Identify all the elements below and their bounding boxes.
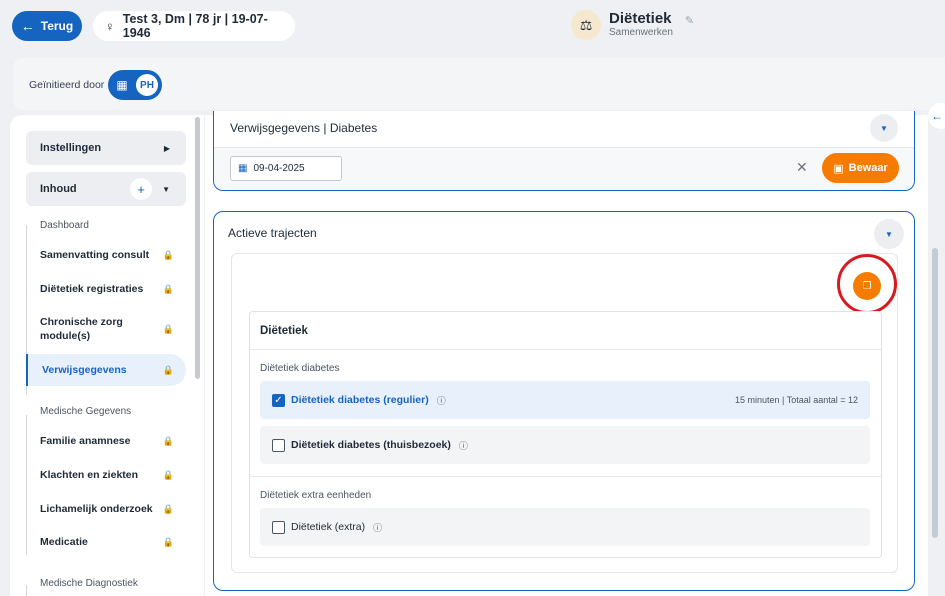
group-diagnostics: Medische Diagnostiek [40, 578, 138, 589]
lock-icon: 🔒 [162, 504, 174, 514]
referral-date-input[interactable]: ▦ 09-04-2025 [230, 156, 342, 181]
settings-label: Instellingen [40, 142, 102, 154]
checkbox-unchecked[interactable] [272, 438, 285, 452]
module-title-group: Diëtetiek Samenwerken [609, 11, 673, 39]
option-diabetes-regulier[interactable]: ✓ Diëtetiek diabetes (regulier) ⓘ 15 min… [260, 381, 870, 419]
arrow-left-icon: ← [20, 18, 35, 34]
content-section[interactable]: Inhoud + ▼ [26, 172, 186, 206]
sidebar-item-label: Klachten en ziekten [40, 469, 139, 481]
panel-title: Diëtetiek [260, 325, 308, 337]
section-label-extra: Diëtetiek extra eenheden [260, 490, 372, 501]
top-bar: ← Terug ♀ Test 3, Dm | 78 jr | 19-07-194… [0, 0, 945, 54]
group-dashboard: Dashboard [40, 220, 89, 231]
info-icon[interactable]: ⓘ [373, 521, 382, 534]
sidebar-item-medicatie[interactable]: Medicatie 🔒 [26, 532, 186, 552]
lock-icon: 🔒 [162, 324, 174, 334]
save-icon: ▣ [833, 162, 844, 175]
collapse-panel-button[interactable]: ← [928, 103, 945, 129]
referral-date-value: 09-04-2025 [253, 163, 305, 174]
sidebar-item-label: Familie anamnese [40, 435, 131, 447]
checkbox-checked[interactable]: ✓ [272, 393, 285, 407]
divider [250, 349, 881, 350]
patient-info: Test 3, Dm | 78 jr | 19-07-1946 [122, 12, 268, 40]
collapse-referral-button[interactable]: ▼ [870, 114, 898, 142]
sidebar-item-label: Verwijsgegevens [42, 364, 127, 376]
module-header: ⚖ Diëtetiek Samenwerken ✎ [571, 10, 694, 40]
calendar-icon: ▦ [238, 163, 248, 174]
referral-footer: ▦ 09-04-2025 ✕ ▣ Bewaar [214, 148, 914, 190]
sidebar-item-lichamelijk[interactable]: Lichamelijk onderzoek 🔒 [26, 499, 186, 519]
patient-info-pill[interactable]: ♀ Test 3, Dm | 78 jr | 19-07-1946 [93, 11, 295, 41]
section-label-diabetes: Diëtetiek diabetes [260, 363, 340, 374]
initiated-by-toggle[interactable]: ▦ PH [108, 70, 162, 100]
option-label: Diëtetiek diabetes (thuisbezoek) [291, 439, 451, 451]
initiated-by-label: Geïnitieerd door [29, 79, 105, 91]
checkbox-unchecked[interactable] [272, 520, 285, 534]
module-title: Diëtetiek [609, 10, 672, 27]
referral-card: Verwijsgegevens | Diabetes ▼ ▦ 09-04-202… [213, 111, 915, 191]
content-label: Inhoud [40, 183, 77, 195]
sidebar-item-label: Chronische zorg module(s) [40, 316, 123, 342]
active-trajects-card: Actieve trajecten ▼ ❐ Diëtetiek Diëtetie… [213, 211, 915, 591]
module-subtitle: Samenwerken [609, 27, 673, 38]
copy-icon: ❐ [862, 280, 872, 292]
initials-avatar: PH [136, 74, 158, 96]
option-diabetes-thuisbezoek[interactable]: Diëtetiek diabetes (thuisbezoek) ⓘ [260, 426, 870, 464]
active-trajects-title: Actieve trajecten [228, 226, 317, 240]
option-label: Diëtetiek diabetes (regulier) [291, 394, 429, 406]
lock-icon: 🔒 [162, 250, 174, 260]
female-icon: ♀ [105, 18, 115, 34]
sidebar-scrollbar[interactable] [195, 117, 200, 379]
sidebar-item-label: Samenvatting consult [40, 249, 150, 261]
caret-right-icon: ▶ [163, 143, 170, 153]
back-button[interactable]: ← Terug [12, 11, 82, 41]
trajects-inner-box: ❐ Diëtetiek Diëtetiek diabetes ✓ Diëteti… [231, 253, 898, 573]
sidebar: Instellingen ▶ Inhoud + ▼ Dashboard Same… [10, 115, 204, 596]
info-icon[interactable]: ⓘ [459, 439, 468, 452]
lock-icon: 🔒 [162, 537, 174, 547]
close-icon[interactable]: ✕ [796, 159, 808, 176]
group-medical: Medische Gegevens [40, 406, 132, 417]
sidebar-item-verwijsgegevens[interactable]: Verwijsgegevens 🔒 [26, 354, 186, 386]
option-meta: 15 minuten | Totaal aantal = 12 [734, 395, 858, 405]
caret-down-icon: ▼ [885, 229, 893, 239]
settings-section[interactable]: Instellingen ▶ [26, 131, 186, 165]
collapse-trajects-button[interactable]: ▼ [874, 219, 904, 249]
arrow-left-icon: ← [931, 109, 943, 123]
sidebar-item-chronische-zorg[interactable]: Chronische zorg module(s) 🔒 [26, 314, 174, 344]
info-icon[interactable]: ⓘ [437, 394, 446, 407]
lock-icon: 🔒 [162, 436, 174, 446]
main-content: Verwijsgegevens | Diabetes ▼ ▦ 09-04-202… [205, 111, 928, 596]
save-button[interactable]: ▣ Bewaar [822, 153, 899, 183]
sidebar-item-samenvatting[interactable]: Samenvatting consult 🔒 [26, 245, 186, 265]
sidebar-item-label: Diëtetiek registraties [40, 283, 144, 295]
scale-icon: ⚖ [571, 10, 601, 40]
option-label: Diëtetiek (extra) [291, 521, 366, 533]
dietetics-panel: Diëtetiek Diëtetiek diabetes ✓ Diëtetiek… [249, 311, 882, 558]
building-icon: ▦ [116, 78, 128, 92]
sidebar-item-registraties[interactable]: Diëtetiek registraties 🔒 [26, 279, 186, 299]
caret-down-icon: ▼ [162, 184, 170, 194]
option-extra[interactable]: Diëtetiek (extra) ⓘ [260, 508, 870, 546]
lock-icon: 🔒 [162, 470, 174, 480]
divider [250, 476, 881, 477]
back-button-label: Terug [40, 19, 74, 33]
pencil-icon[interactable]: ✎ [685, 14, 694, 27]
lock-icon: 🔒 [162, 365, 174, 375]
sidebar-item-klachten[interactable]: Klachten en ziekten 🔒 [26, 465, 186, 485]
lock-icon: 🔒 [162, 284, 174, 294]
initiated-by-band: Geïnitieerd door ▦ PH [13, 58, 945, 110]
sidebar-item-label: Lichamelijk onderzoek [40, 503, 153, 515]
referral-title: Verwijsgegevens | Diabetes [230, 121, 378, 135]
caret-down-icon: ▼ [880, 123, 888, 133]
group-line [26, 585, 27, 596]
add-content-button[interactable]: + [130, 178, 152, 200]
main-scrollbar[interactable] [932, 248, 938, 538]
sidebar-item-familie[interactable]: Familie anamnese 🔒 [26, 431, 186, 451]
save-button-label: Bewaar [848, 162, 888, 174]
copy-traject-button[interactable]: ❐ [853, 272, 881, 300]
sidebar-item-label: Medicatie [40, 536, 88, 548]
